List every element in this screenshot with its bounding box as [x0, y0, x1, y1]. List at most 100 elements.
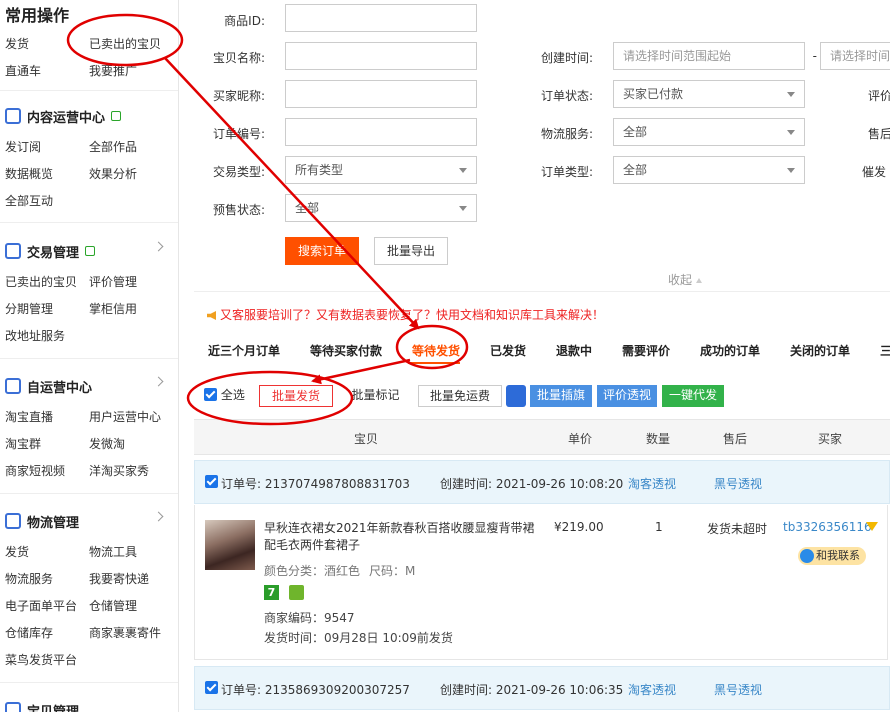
sidebar-item[interactable]: 效果分析	[89, 165, 137, 182]
sidebar-item[interactable]: 洋淘买家秀	[89, 462, 149, 479]
notice-banner[interactable]: 又客服要培训了？又有数据表要恢复了？快用文档和知识库工具来解决！	[207, 306, 604, 323]
buyer-nick-input[interactable]	[285, 80, 477, 108]
sidebar-item[interactable]: 发微淘	[89, 435, 125, 452]
tab-awaiting-payment[interactable]: 等待买家付款	[310, 342, 382, 359]
order-created-time: 创建时间: 2021-09-26 10:06:35	[440, 683, 624, 697]
chevron-right-icon	[153, 376, 164, 387]
taoke-insight-link[interactable]: 淘客透视	[628, 681, 676, 698]
tab-need-review[interactable]: 需要评价	[622, 342, 670, 359]
section-item-mgmt[interactable]: 宝贝管理	[5, 700, 170, 712]
logistics-select[interactable]: 全部	[613, 118, 805, 146]
quick-sold-items[interactable]: 已卖出的宝贝	[89, 35, 161, 52]
sidebar-item[interactable]: 物流工具	[89, 543, 137, 560]
review-insight-button[interactable]: 评价透视	[597, 385, 657, 407]
one-click-dropship-button[interactable]: 一键代发	[662, 385, 724, 407]
sidebar-item[interactable]: 改地址服务	[5, 327, 65, 344]
section-logistics[interactable]: 物流管理	[5, 511, 170, 531]
tab-awaiting-shipment[interactable]: 等待发货	[412, 342, 460, 359]
collapse-toggle[interactable]: 收起	[668, 271, 703, 288]
sidebar-item[interactable]: 已卖出的宝贝	[5, 273, 77, 290]
created-start-input[interactable]: 请选择时间范围起始	[613, 42, 805, 70]
section-trade-mgmt[interactable]: 交易管理	[5, 241, 170, 261]
divider	[0, 493, 178, 494]
sidebar-item[interactable]: 发货	[5, 543, 29, 560]
tab-shipped[interactable]: 已发货	[490, 342, 526, 359]
product-title[interactable]: 早秋连衣裙女2021年新款春秋百搭收腰显瘦背带裙配毛衣两件套裙子	[264, 520, 536, 554]
tab-success[interactable]: 成功的订单	[700, 342, 760, 359]
sidebar-item[interactable]: 用户运营中心	[89, 408, 161, 425]
logistics-label: 物流服务:	[540, 127, 593, 141]
filter-icon[interactable]	[866, 522, 878, 531]
presale-label: 预售状态:	[212, 203, 265, 217]
quick-ztc[interactable]: 直通车	[5, 62, 41, 79]
sidebar-item[interactable]: 数据概览	[5, 165, 53, 182]
blacklist-insight-link[interactable]: 黑号透视	[714, 475, 762, 492]
sidebar-item[interactable]: 菜鸟发货平台	[5, 651, 77, 668]
item-name-input[interactable]	[285, 42, 477, 70]
product-thumbnail[interactable]	[205, 520, 255, 570]
batch-flag-button[interactable]: 批量插旗	[530, 385, 592, 407]
batch-ship-button[interactable]: 批量发货	[259, 385, 333, 407]
section-label: 交易管理	[27, 245, 80, 261]
quick-ship[interactable]: 发货	[5, 35, 29, 52]
trade-type-select[interactable]: 所有类型	[285, 156, 477, 184]
quick-promote[interactable]: 我要推广	[89, 62, 137, 79]
aftersale-label: 售后	[868, 127, 890, 141]
caret-down-icon	[459, 168, 467, 173]
order-no-input[interactable]	[285, 118, 477, 146]
order-checkbox[interactable]	[205, 475, 218, 489]
batch-export-button[interactable]: 批量导出	[374, 237, 448, 265]
plugin-logo-icon[interactable]	[506, 385, 526, 407]
urge-label: 催发	[862, 165, 887, 179]
sidebar-item[interactable]: 淘宝群	[5, 435, 41, 452]
section-self-ops[interactable]: 自运营中心	[5, 376, 170, 396]
batch-mark-button[interactable]: 批量标记	[342, 385, 409, 407]
tab-more[interactable]: 三	[880, 342, 890, 359]
order-status-select[interactable]: 买家已付款	[613, 80, 805, 108]
sidebar-item[interactable]: 仓储库存	[5, 624, 53, 641]
checkbox-icon[interactable]	[205, 681, 218, 694]
sidebar-item[interactable]: 全部作品	[89, 138, 137, 155]
checkbox-icon[interactable]	[204, 388, 217, 401]
select-all[interactable]: 全选	[204, 385, 245, 407]
presale-select[interactable]: 全部	[285, 194, 477, 222]
tab-three-months[interactable]: 近三个月订单	[208, 342, 280, 359]
search-orders-button[interactable]: 搜索订单	[285, 237, 359, 265]
speaker-icon	[207, 311, 216, 320]
blacklist-insight-link[interactable]: 黑号透视	[714, 681, 762, 698]
divider	[0, 682, 178, 683]
sidebar-item[interactable]: 发订阅	[5, 138, 41, 155]
contact-me-button[interactable]: 和我联系	[798, 547, 866, 565]
sidebar-item[interactable]: 掌柜信用	[89, 300, 137, 317]
logistics-value: 全部	[623, 125, 648, 139]
checkbox-icon[interactable]	[205, 475, 218, 488]
sidebar-item[interactable]: 仓储管理	[89, 597, 137, 614]
order-status-value: 买家已付款	[623, 87, 684, 101]
sidebar-item[interactable]: 分期管理	[5, 300, 53, 317]
batch-free-shipping-button[interactable]: 批量免运费	[418, 385, 502, 407]
list-icon	[5, 243, 21, 259]
order-checkbox[interactable]	[205, 681, 218, 695]
sidebar-item[interactable]: 全部互动	[5, 192, 53, 209]
item-name-label: 宝贝名称:	[212, 51, 265, 65]
buyer-nick-link[interactable]: tb3326356116	[783, 520, 872, 534]
tab-closed[interactable]: 关闭的订单	[790, 342, 850, 359]
tab-refunding[interactable]: 退款中	[556, 342, 592, 359]
box-icon	[5, 702, 21, 712]
product-id-input[interactable]	[285, 4, 477, 32]
sidebar-item[interactable]: 淘宝直播	[5, 408, 53, 425]
sidebar-item[interactable]: 我要寄快递	[89, 570, 149, 587]
sidebar-item[interactable]: 评价管理	[89, 273, 137, 290]
order-type-value: 全部	[623, 163, 648, 177]
section-content-ops[interactable]: 内容运营中心	[5, 106, 170, 126]
trade-type-label: 交易类型:	[212, 165, 265, 179]
order-type-select[interactable]: 全部	[613, 156, 805, 184]
taoke-insight-link[interactable]: 淘客透视	[628, 475, 676, 492]
sidebar-item[interactable]: 商家裹裹寄件	[89, 624, 161, 641]
sidebar-item[interactable]: 商家短视频	[5, 462, 65, 479]
created-end-input[interactable]: 请选择时间范围结束	[820, 42, 890, 70]
sidebar-item[interactable]: 电子面单平台	[5, 597, 77, 614]
divider	[0, 358, 178, 359]
order-header: 订单号: 2135869309200307257 创建时间: 2021-09-2…	[194, 666, 890, 710]
sidebar-item[interactable]: 物流服务	[5, 570, 53, 587]
